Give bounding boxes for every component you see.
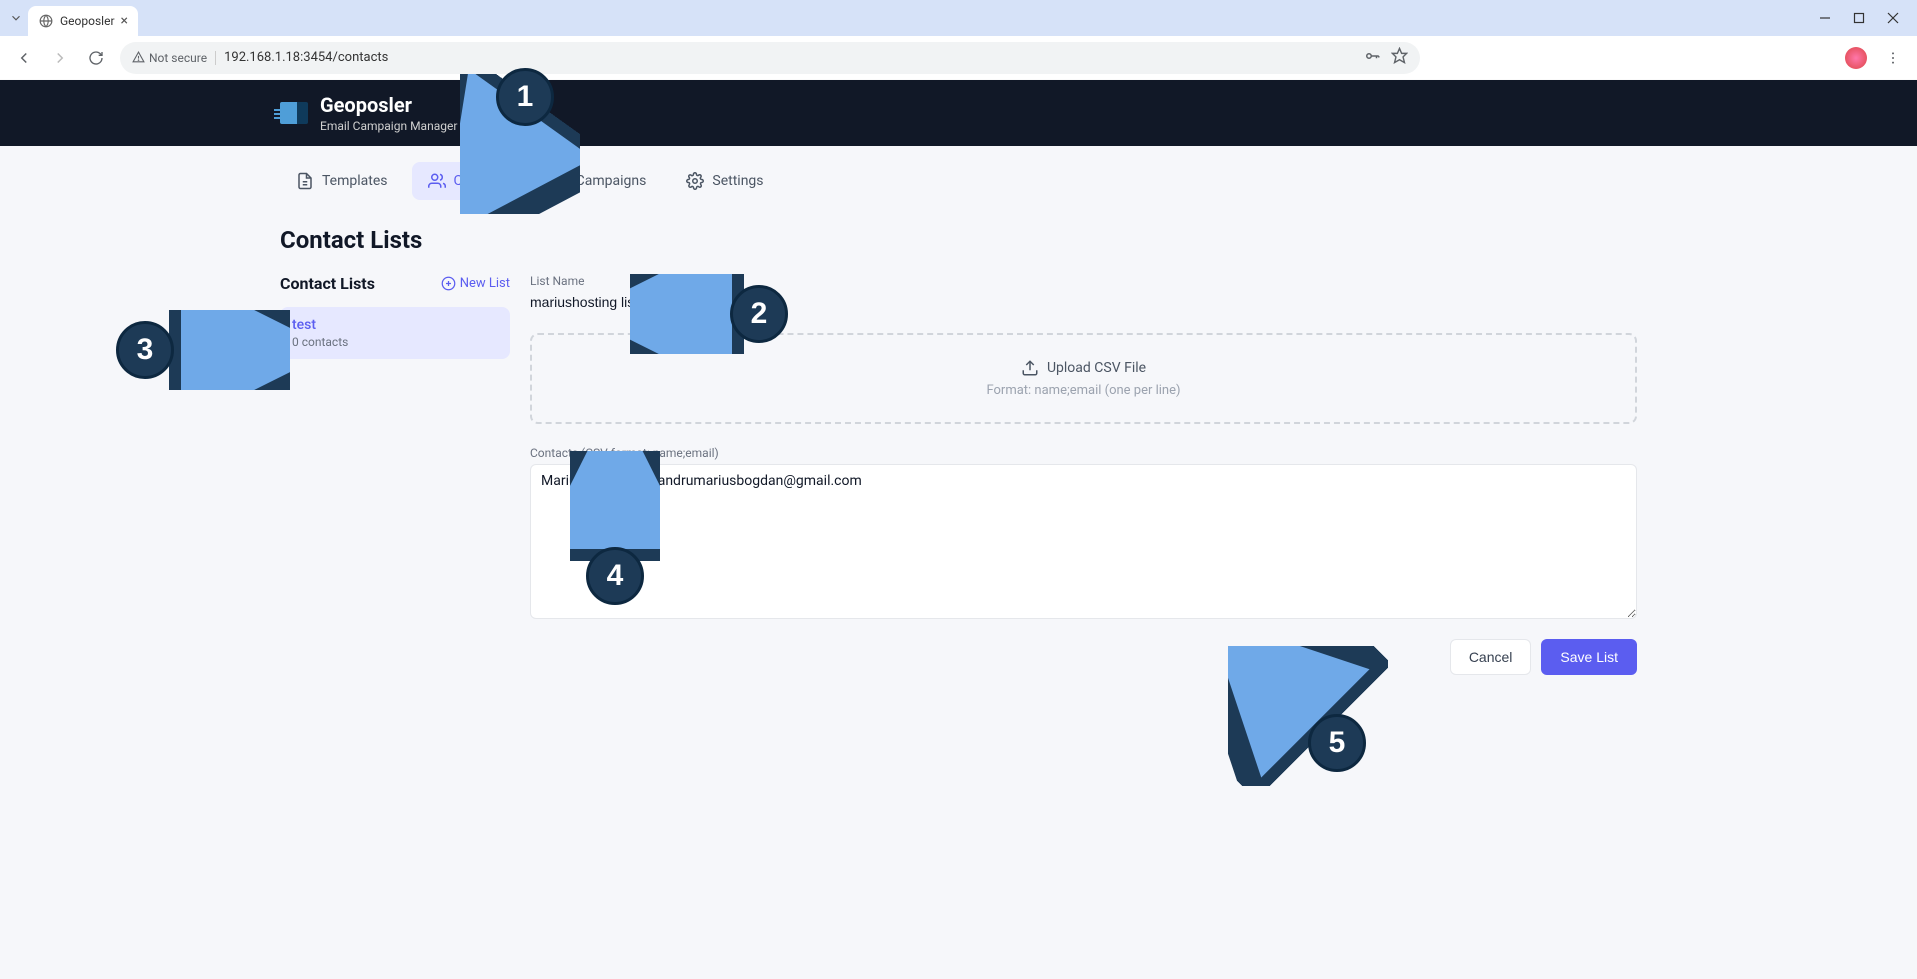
sidebar-title: Contact Lists (280, 274, 375, 293)
profile-avatar[interactable] (1845, 47, 1867, 69)
browser-menu-icon[interactable] (1881, 46, 1905, 70)
list-item-name: test (292, 317, 498, 333)
warning-icon (132, 51, 145, 64)
nav-tabs: Templates Contacts Campaigns Settings (0, 162, 1917, 200)
upload-label: Upload CSV File (1047, 360, 1146, 376)
app-title: Geoposler (320, 93, 457, 117)
password-key-icon[interactable] (1363, 47, 1381, 69)
app-logo-icon (280, 102, 308, 124)
app-header: Geoposler Email Campaign Manager (0, 80, 1917, 146)
upload-format-hint: Format: name;email (one per line) (556, 383, 1611, 398)
url-text: 192.168.1.18:3454/contacts (224, 50, 1355, 65)
close-tab-icon[interactable]: × (121, 13, 128, 29)
list-name-input[interactable] (530, 292, 1637, 317)
upload-csv-zone[interactable]: Upload CSV File Format: name;email (one … (530, 333, 1637, 424)
list-item[interactable]: test 0 contacts (280, 307, 510, 359)
save-list-button[interactable]: Save List (1541, 639, 1637, 675)
tab-settings[interactable]: Settings (670, 162, 779, 200)
list-name-label: List Name (530, 274, 1637, 288)
tab-templates-label: Templates (322, 173, 388, 189)
address-bar[interactable]: Not secure 192.168.1.18:3454/contacts (120, 42, 1420, 74)
cancel-button[interactable]: Cancel (1450, 639, 1532, 675)
security-badge[interactable]: Not secure (132, 51, 216, 65)
content-area: Templates Contacts Campaigns Settings Co… (0, 146, 1917, 979)
page-title: Contact Lists (0, 226, 1917, 254)
app-subtitle: Email Campaign Manager (320, 119, 457, 133)
list-item-count: 0 contacts (292, 335, 498, 349)
back-button[interactable] (12, 46, 36, 70)
globe-icon (38, 13, 54, 29)
document-icon (296, 172, 314, 190)
tab-contacts[interactable]: Contacts (412, 162, 526, 200)
tab-templates[interactable]: Templates (280, 162, 404, 200)
contacts-textarea[interactable] (530, 464, 1637, 619)
window-close-icon[interactable] (1885, 10, 1901, 26)
security-label: Not secure (149, 51, 207, 65)
minimize-icon[interactable] (1817, 10, 1833, 26)
tab-campaigns[interactable]: Campaigns (534, 162, 663, 200)
reload-button[interactable] (84, 46, 108, 70)
send-icon (550, 172, 568, 190)
browser-nav-bar: Not secure 192.168.1.18:3454/contacts (0, 36, 1917, 80)
list-form: List Name Upload CSV File Format: name;e… (530, 274, 1637, 675)
forward-button[interactable] (48, 46, 72, 70)
tab-title: Geoposler (60, 14, 115, 28)
bookmark-star-icon[interactable] (1391, 47, 1408, 69)
people-icon (428, 172, 446, 190)
plus-circle-icon (441, 276, 456, 291)
browser-tab[interactable]: Geoposler × (28, 6, 138, 36)
maximize-icon[interactable] (1851, 10, 1867, 26)
new-list-label: New List (460, 276, 510, 291)
tab-campaigns-label: Campaigns (576, 173, 647, 189)
new-list-button[interactable]: New List (441, 276, 510, 291)
tab-list-dropdown[interactable] (6, 8, 26, 28)
contact-lists-sidebar: Contact Lists New List test 0 contacts (280, 274, 510, 675)
tab-contacts-label: Contacts (454, 173, 510, 189)
gear-icon (686, 172, 704, 190)
browser-tab-bar: Geoposler × (0, 0, 1917, 36)
tab-settings-label: Settings (712, 173, 763, 189)
contacts-label: Contacts (CSV format: name;email) (530, 446, 1637, 460)
upload-icon (1021, 359, 1039, 377)
